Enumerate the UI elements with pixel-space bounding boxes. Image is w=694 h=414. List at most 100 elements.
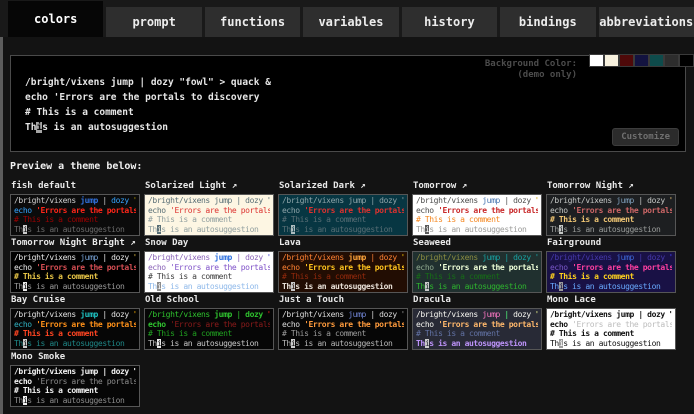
theme-preview[interactable]: /bright/vixens jump | dozy "echo 'Errors… <box>546 308 676 350</box>
theme-preview-line: echo 'Errors are the portals <box>282 320 404 330</box>
token-autosuggestion: s is an autosuggestion <box>161 225 258 234</box>
theme-preview[interactable]: /bright/vixens jump | dozy "echo 'Errors… <box>144 251 274 293</box>
theme-name: Dracula <box>413 295 542 306</box>
theme-card-mono-smoke[interactable]: Mono Smoke/bright/vixens jump | dozy "ec… <box>10 351 140 407</box>
theme-card-just-a-touch[interactable]: Just a Touch/bright/vixens jump | dozy "… <box>278 294 408 350</box>
theme-preview[interactable]: /bright/vixens jump | dozy "echo 'Errors… <box>10 194 140 236</box>
external-link-icon[interactable]: ↗ <box>456 181 467 191</box>
theme-preview[interactable]: /bright/vixens jump | dozy "echo 'Errors… <box>412 251 542 293</box>
tab-abbreviations[interactable]: abbreviations <box>599 7 694 37</box>
theme-preview-line: This is an autosuggestion <box>416 225 538 235</box>
token-command: jump <box>80 196 98 205</box>
theme-preview-line: # This is a comment <box>550 329 672 339</box>
tab-functions[interactable]: functions <box>205 7 300 37</box>
token-command2: dozy <box>111 367 129 376</box>
background-swatch[interactable] <box>619 54 634 67</box>
token-path: /bright/vixens <box>14 196 80 205</box>
theme-card-fairground[interactable]: Fairground/bright/vixens jump | dozy "ec… <box>546 237 676 293</box>
theme-name: Mono Smoke <box>11 352 140 363</box>
theme-preview-line: # This is a comment <box>148 272 270 282</box>
token-quote: " <box>531 310 538 319</box>
token-autosuggestion: Th <box>416 225 425 234</box>
theme-preview[interactable]: /bright/vixens jump | dozy "echo 'Errors… <box>278 251 408 293</box>
theme-card-fish-default[interactable]: fish default/bright/vixens jump | dozy "… <box>10 180 140 236</box>
theme-preview-line: This is an autosuggestion <box>14 339 136 349</box>
token-path: /bright/vixens <box>148 253 214 262</box>
token-echo: echo <box>282 206 304 215</box>
token-comment: # This is a comment <box>282 272 366 281</box>
background-swatch[interactable] <box>679 54 694 67</box>
token-string: 'Errors are the portals <box>304 320 404 329</box>
external-link-icon[interactable]: ↗ <box>623 181 634 191</box>
tab-variables[interactable]: variables <box>303 7 398 37</box>
token-path: /bright/vixens <box>550 310 616 319</box>
token-quote: " <box>263 310 270 319</box>
token-command: jump <box>214 196 232 205</box>
theme-name: Fairground <box>547 238 676 249</box>
theme-card-tomorrow[interactable]: Tomorrow ↗/bright/vixens jump | dozy "ec… <box>412 180 542 236</box>
token-command: jump <box>348 310 366 319</box>
theme-preview[interactable]: /bright/vixens jump | dozy "echo 'Errors… <box>278 194 408 236</box>
token-autosuggestion: Th <box>282 339 291 348</box>
theme-preview-line: echo 'Errors are the portals <box>416 263 538 273</box>
theme-preview[interactable]: /bright/vixens jump | dozy "echo 'Errors… <box>10 308 140 350</box>
theme-preview[interactable]: /bright/vixens jump | dozy "echo 'Errors… <box>412 308 542 350</box>
token-pipe: | <box>98 253 111 262</box>
background-swatch[interactable] <box>634 54 649 67</box>
tab-history[interactable]: history <box>402 7 497 37</box>
token-pipe: | <box>500 196 513 205</box>
theme-preview-line: echo 'Errors are the portals <box>14 206 136 216</box>
token-string: 'Errors are the portals <box>572 263 672 272</box>
external-link-icon[interactable]: ↗ <box>355 181 366 191</box>
background-swatch[interactable] <box>589 54 604 67</box>
theme-preview[interactable]: /bright/vixens jump | dozy "echo 'Errors… <box>10 365 140 407</box>
theme-card-snow-day[interactable]: Snow Day/bright/vixens jump | dozy "echo… <box>144 237 274 293</box>
tab-bindings[interactable]: bindings <box>500 7 595 37</box>
theme-card-bay-cruise[interactable]: Bay Cruise/bright/vixens jump | dozy "ec… <box>10 294 140 350</box>
theme-card-old-school[interactable]: Old School/bright/vixens jump | dozy "ec… <box>144 294 274 350</box>
token-autosuggestion: s is an autosuggestion <box>429 225 526 234</box>
theme-preview[interactable]: /bright/vixens jump | dozy "echo 'Errors… <box>412 194 542 236</box>
theme-card-tomorrow-night[interactable]: Tomorrow Night ↗ /bright/vixens jump | do… <box>546 180 676 236</box>
token-command: jump <box>482 253 500 262</box>
customize-button[interactable]: Customize <box>612 128 679 146</box>
token-pipe: | <box>232 310 245 319</box>
theme-preview-line: # This is a comment <box>14 215 136 225</box>
token-echo: echo <box>148 320 170 329</box>
tab-colors[interactable]: colors <box>8 1 103 37</box>
external-link-icon[interactable]: ↗ <box>125 238 136 248</box>
theme-preview[interactable]: /bright/vixens jump | dozy "echo 'Errors… <box>144 308 274 350</box>
token-comment: # This is a comment <box>14 329 98 338</box>
theme-preview[interactable]: /bright/vixens jump | dozy "echo 'Errors… <box>144 194 274 236</box>
theme-preview-line: This is an autosuggestion <box>550 282 672 292</box>
token-echo: echo <box>550 206 572 215</box>
theme-card-solarized-dark[interactable]: Solarized Dark ↗/bright/vixens jump | do… <box>278 180 408 236</box>
token-autosuggestion: s is an autosuggestion <box>295 225 392 234</box>
theme-card-lava[interactable]: Lava/bright/vixens jump | dozy "echo 'Er… <box>278 237 408 293</box>
theme-card-seaweed[interactable]: Seaweed/bright/vixens jump | dozy "echo … <box>412 237 542 293</box>
theme-preview-line: echo 'Errors are the portals <box>550 263 672 273</box>
theme-preview[interactable]: /bright/vixens jump | dozy "echo 'Errors… <box>546 251 676 293</box>
theme-preview-line: echo 'Errors are the portals <box>148 206 270 216</box>
token-pipe: | <box>232 253 245 262</box>
theme-preview[interactable]: /bright/vixens jump | dozy "echo 'Errors… <box>278 308 408 350</box>
token-echo: echo <box>14 320 36 329</box>
token-autosuggestion: s is an autosuggestion <box>295 339 392 348</box>
theme-preview-line: This is an autosuggestion <box>148 225 270 235</box>
theme-card-solarized-light[interactable]: Solarized Light ↗/bright/vixens jump | d… <box>144 180 274 236</box>
token-pipe: | <box>500 253 513 262</box>
background-swatch[interactable] <box>604 54 619 67</box>
tab-prompt[interactable]: prompt <box>106 7 201 37</box>
theme-preview[interactable]: /bright/vixens jump | dozy "echo 'Errors… <box>546 194 676 236</box>
theme-name: Tomorrow Night ↗ <box>547 181 676 192</box>
background-swatch[interactable] <box>664 54 679 67</box>
theme-preview[interactable]: /bright/vixens jump | dozy "echo 'Errors… <box>10 251 140 293</box>
background-swatch[interactable] <box>649 54 664 67</box>
theme-card-tomorrow-night-bright[interactable]: Tomorrow Night Bright ↗/bright/vixens ju… <box>10 237 140 293</box>
theme-card-dracula[interactable]: Dracula/bright/vixens jump | dozy "echo … <box>412 294 542 350</box>
theme-preview-line: echo 'Errors are the portals <box>14 320 136 330</box>
theme-card-mono-lace[interactable]: Mono Lace/bright/vixens jump | dozy "ech… <box>546 294 676 350</box>
theme-name: Seaweed <box>413 238 542 249</box>
theme-preview-line: # This is a comment <box>14 386 136 396</box>
external-link-icon[interactable]: ↗ <box>226 181 237 191</box>
